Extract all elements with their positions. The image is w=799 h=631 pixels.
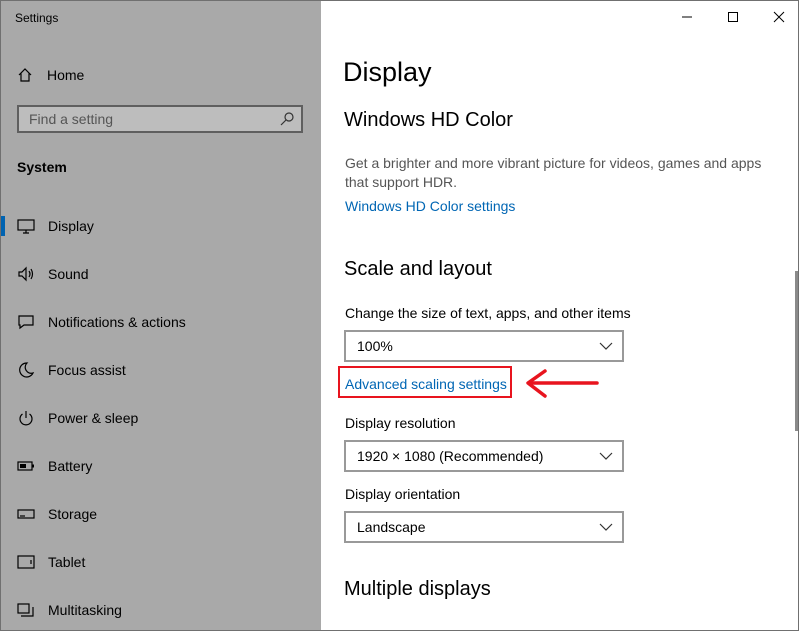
sidebar-item-label: Sound	[48, 266, 89, 282]
moon-icon	[19, 362, 35, 378]
speaker-icon	[18, 266, 34, 282]
sidebar-item-label: Display	[48, 218, 94, 234]
annotation-highlight-box	[338, 366, 512, 398]
sidebar-item-display[interactable]: Display	[1, 206, 321, 246]
section-title: System	[17, 159, 67, 175]
sidebar-item-battery[interactable]: Battery	[1, 446, 321, 486]
orientation-dropdown[interactable]: Landscape	[344, 511, 624, 543]
scrollbar[interactable]	[795, 271, 798, 431]
multiple-displays-heading: Multiple displays	[344, 578, 491, 600]
page-title: Display	[343, 57, 432, 87]
sidebar-item-label: Multitasking	[48, 602, 122, 618]
sidebar-item-label: Notifications & actions	[48, 314, 186, 330]
sidebar-item-tablet[interactable]: Tablet	[1, 542, 321, 582]
hdr-description: Get a brighter and more vibrant picture …	[345, 155, 762, 190]
multitasking-icon	[17, 603, 34, 617]
close-button[interactable]	[756, 1, 798, 33]
annotation-arrow-icon	[526, 369, 599, 398]
minimize-icon	[682, 16, 692, 18]
sidebar-item-notifications[interactable]: Notifications & actions	[1, 302, 321, 342]
scale-dropdown[interactable]: 100%	[344, 330, 624, 362]
sidebar-item-storage[interactable]: Storage	[1, 494, 321, 534]
power-icon	[19, 411, 33, 426]
storage-icon	[17, 509, 35, 519]
sidebar-item-multitasking[interactable]: Multitasking	[1, 590, 321, 630]
hdr-heading: Windows HD Color	[344, 109, 513, 131]
hdr-settings-link[interactable]: Windows HD Color settings	[345, 198, 515, 214]
scale-heading: Scale and layout	[344, 258, 492, 280]
chevron-down-icon	[599, 342, 613, 350]
monitor-icon	[17, 219, 35, 234]
settings-window: Settings Home System Display Sound Notif…	[0, 0, 799, 631]
search-icon[interactable]	[279, 111, 295, 127]
scale-value: 100%	[357, 338, 393, 354]
size-label: Change the size of text, apps, and other…	[345, 305, 631, 321]
search-input[interactable]	[19, 107, 279, 131]
home-icon	[18, 68, 32, 82]
battery-icon	[17, 461, 34, 471]
close-icon	[773, 11, 785, 23]
resolution-value: 1920 × 1080 (Recommended)	[357, 448, 544, 464]
search-box[interactable]	[17, 105, 303, 133]
main-content: Display Windows HD Color Get a brighter …	[321, 1, 798, 630]
maximize-button[interactable]	[710, 1, 756, 33]
sidebar-item-sound[interactable]: Sound	[1, 254, 321, 294]
home-nav-item[interactable]: Home	[17, 65, 84, 85]
minimize-button[interactable]	[664, 1, 710, 33]
resolution-dropdown[interactable]: 1920 × 1080 (Recommended)	[344, 440, 624, 472]
tablet-icon	[17, 555, 35, 569]
sidebar-item-label: Focus assist	[48, 362, 126, 378]
sidebar-item-label: Storage	[48, 506, 98, 522]
sidebar-item-power-sleep[interactable]: Power & sleep	[1, 398, 321, 438]
orientation-label: Display orientation	[345, 486, 461, 502]
chevron-down-icon	[599, 523, 613, 531]
sidebar-item-focus-assist[interactable]: Focus assist	[1, 350, 321, 390]
chevron-down-icon	[599, 452, 613, 460]
resolution-label: Display resolution	[345, 415, 456, 431]
notification-icon	[18, 315, 34, 330]
sidebar-item-label: Tablet	[48, 554, 86, 570]
sidebar-item-label: Battery	[48, 458, 93, 474]
sidebar-item-label: Power & sleep	[48, 410, 139, 426]
app-title: Settings	[15, 11, 59, 25]
maximize-icon	[728, 12, 738, 22]
home-label: Home	[47, 67, 85, 83]
sidebar: Settings Home System Display Sound Notif…	[1, 1, 321, 630]
orientation-value: Landscape	[357, 519, 426, 535]
